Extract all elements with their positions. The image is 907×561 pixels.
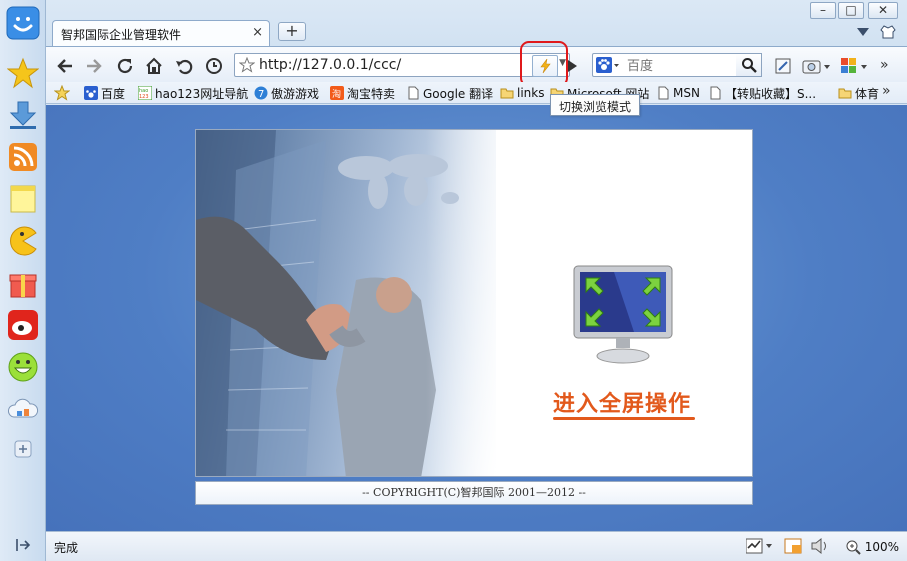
rss-icon[interactable] [6,140,40,174]
refresh-button[interactable] [114,55,136,77]
page-icon [656,86,670,100]
left-sidebar [0,0,46,561]
bookmarks-overflow-chevron[interactable]: » [882,83,891,99]
zoom-magnifier-icon [846,540,861,555]
bookmark-label: 淘宝特卖 [347,86,396,101]
bookmark-label: 体育 [855,86,880,101]
notes-icon[interactable] [6,182,40,216]
bookmark-item[interactable]: 7 傲游游戏 [254,84,319,102]
tab-close-button[interactable]: × [252,25,263,40]
favorites-star-icon[interactable] [6,56,40,90]
tab-active[interactable]: 智邦国际企业管理软件 × [52,20,270,46]
bookmark-item[interactable]: 百度 [84,84,125,102]
bookmarks-bar: 百度 hao 123 hao123网址导航 7 傲游游戏 淘 淘宝特卖 Googl… [46,82,907,104]
pacman-game-icon[interactable] [6,224,40,258]
browser-window: – □ ✕ 智邦国际企业管理软件 × + http://127.0.0.1/cc… [46,0,907,561]
switch-browse-mode-button[interactable] [532,55,558,77]
home-button[interactable] [143,55,165,77]
status-text: 完成 [54,541,79,555]
maxthon-logo-icon[interactable] [6,6,40,40]
forward-button[interactable] [83,55,105,77]
svg-text:淘: 淘 [332,88,341,100]
bookmark-item[interactable]: 体育 [838,84,879,102]
bookmark-item[interactable]: links [500,84,544,102]
smiley-icon[interactable] [6,350,40,384]
folder-icon [838,86,852,100]
undo-close-button[interactable] [173,55,195,77]
new-tab-button[interactable]: + [278,22,306,41]
maxthon-game-icon: 7 [254,86,268,100]
weibo-icon[interactable] [6,308,40,342]
bookmark-label: links [517,86,545,100]
status-bar: 完成 100% [46,531,907,561]
network-monitor-icon[interactable] [745,538,774,557]
folder-icon [500,86,514,100]
bookmark-item[interactable]: Google 翻译 [406,84,493,102]
go-play-icon[interactable] [566,59,578,76]
edit-pen-icon[interactable] [772,55,794,77]
copyright-bar: -- COPYRIGHT(C)智邦国际 2001—2012 -- [195,481,753,505]
volume-icon[interactable] [810,537,830,558]
svg-text:123: 123 [139,94,149,100]
search-button[interactable] [736,53,762,77]
bookmark-label: 【转贴收藏】S... [725,86,817,101]
minimize-button[interactable]: – [810,2,836,19]
toolbox-icon[interactable] [838,55,872,77]
cloud-sync-icon[interactable] [6,392,40,426]
login-panel: 进入全屏操作 [195,129,753,477]
bookmark-label: Google 翻译 [423,86,494,101]
skin-shirt-icon[interactable] [880,24,896,43]
popup-blocker-icon[interactable] [784,538,802,557]
baidu-paw-icon [84,86,98,100]
add-sidebar-item-icon[interactable] [6,432,40,466]
navigation-toolbar: http://127.0.0.1/ccc/ ▼ » [46,41,907,87]
add-favorite-star-icon[interactable] [238,56,256,76]
history-clock-button[interactable] [203,55,225,77]
bookmark-label: MSN [673,86,700,100]
close-window-button[interactable]: ✕ [868,2,898,19]
toolbar-overflow-chevron[interactable]: » [880,57,889,73]
svg-text:7: 7 [258,89,264,100]
fullscreen-monitor-icon[interactable] [568,264,678,377]
bookmark-label: 傲游游戏 [271,86,320,101]
address-url[interactable]: http://127.0.0.1/ccc/ [259,57,401,73]
baidu-paw-icon[interactable] [596,57,620,76]
tab-list-dropdown-icon[interactable] [856,26,870,41]
screenshot-camera-icon[interactable] [800,55,834,77]
bookmark-item[interactable]: 【转贴收藏】S... [708,84,816,102]
bookmark-label: hao123网址导航 [155,86,249,101]
zoom-control[interactable]: 100% [845,539,899,555]
enter-fullscreen-link[interactable]: 进入全屏操作 [553,386,691,418]
bookmark-label: 百度 [101,86,126,101]
bookmark-item[interactable]: hao 123 hao123网址导航 [137,84,249,102]
maximize-button[interactable]: □ [838,2,864,19]
bookmark-item[interactable]: 淘 淘宝特卖 [330,84,395,102]
page-icon [708,86,722,100]
gift-icon[interactable] [6,266,40,300]
world-map-dots-graphic [338,154,459,209]
enter-fullscreen-underline [553,417,695,420]
back-button[interactable] [54,55,76,77]
zoom-level: 100% [864,540,899,554]
bookmark-item[interactable]: MSN [656,84,700,102]
search-input[interactable] [627,57,747,75]
page-icon [406,86,420,100]
mode-tooltip: 切换浏览模式 [550,94,641,116]
page-content: 进入全屏操作 -- COPYRIGHT(C)智邦国际 2001—2012 -- [46,105,907,531]
download-icon[interactable] [6,98,40,132]
hao123-icon: hao 123 [137,85,153,101]
bookmarks-star-icon[interactable] [53,84,71,104]
sidebar-toggle-icon[interactable] [6,528,40,561]
taobao-icon: 淘 [330,86,344,100]
search-box[interactable] [592,53,760,77]
tab-title: 智邦国际企业管理软件 [61,28,182,42]
